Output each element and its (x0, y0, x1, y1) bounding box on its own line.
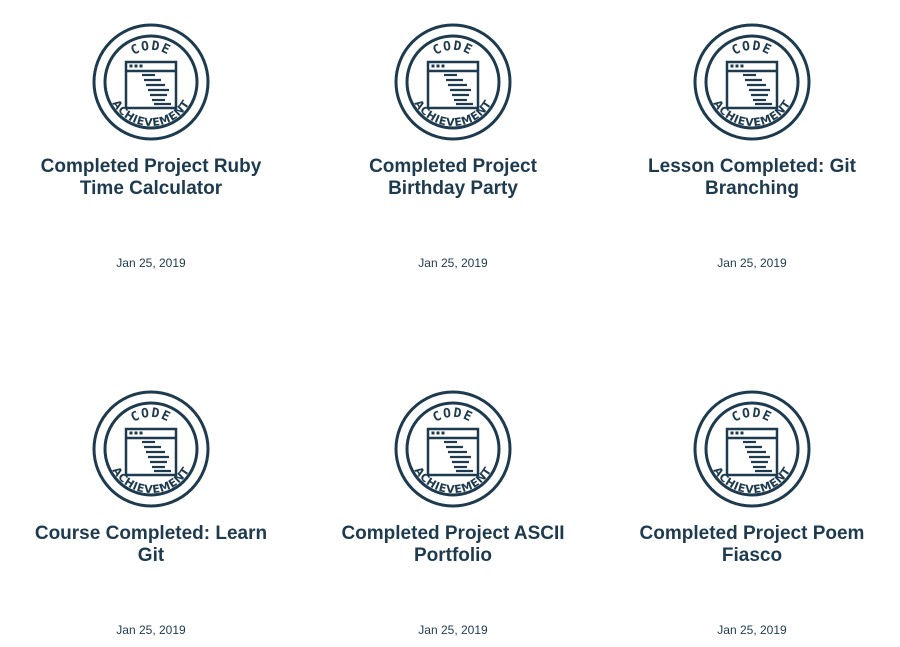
achievement-date: Jan 25, 2019 (717, 256, 787, 270)
badge-top-text: CODE (730, 39, 775, 59)
badge-wrapper: CODE ACHIEVEMENT (302, 22, 604, 142)
code-achievement-badge-icon: CODEACHIEVEMENT (394, 23, 512, 141)
achievement-title: Lesson Completed: Git Branching (648, 156, 856, 199)
badge-wrapper: CODE ACHIEVEMENT (604, 22, 900, 142)
badge-wrapper: CODE ACHIEVEMENT (0, 389, 302, 509)
achievement-title: Completed Project Ruby Time Calculator (40, 156, 262, 199)
achievement-card[interactable]: CODE ACHIEVEMENT Completed Project Ruby T… (0, 0, 302, 367)
badge-top-text: CODE (431, 406, 476, 426)
achievement-date: Jan 25, 2019 (116, 256, 186, 270)
code-achievement-badge-icon: CODEACHIEVEMENT (394, 390, 512, 508)
badge-top-text: CODE (129, 406, 174, 426)
achievement-title: Completed Project Poem Fiasco (639, 523, 865, 566)
badge-top-text: CODE (129, 39, 174, 59)
achievement-title: Completed Project ASCII Portfolio (341, 523, 565, 566)
badge-wrapper: CODE ACHIEVEMENT (302, 389, 604, 509)
badge-top-text: CODE (730, 406, 775, 426)
achievement-card[interactable]: CODE ACHIEVEMENT Completed Project Poem F… (604, 367, 900, 647)
achievement-date: Jan 25, 2019 (418, 623, 488, 637)
achievement-card[interactable]: CODE ACHIEVEMENT Lesson Completed: Git Br… (604, 0, 900, 367)
code-achievement-badge-icon: CODEACHIEVEMENT (693, 390, 811, 508)
achievement-title: Completed Project Birthday Party (369, 156, 537, 199)
code-achievement-badge-icon: CODEACHIEVEMENT (693, 23, 811, 141)
achievement-date: Jan 25, 2019 (418, 256, 488, 270)
achievements-grid: CODE ACHIEVEMENT Completed Project Ruby T… (0, 0, 900, 647)
badge-top-text: CODE (431, 39, 476, 59)
achievement-title: Course Completed: Learn Git (34, 523, 268, 566)
badge-wrapper: CODE ACHIEVEMENT (0, 22, 302, 142)
achievement-card[interactable]: CODE ACHIEVEMENT Completed Project ASCII … (302, 367, 604, 647)
achievement-date: Jan 25, 2019 (116, 623, 186, 637)
code-achievement-badge-icon: CODEACHIEVEMENT (92, 390, 210, 508)
code-achievement-badge-icon: CODEACHIEVEMENT (92, 23, 210, 141)
achievement-date: Jan 25, 2019 (717, 623, 787, 637)
badge-wrapper: CODE ACHIEVEMENT (604, 389, 900, 509)
achievement-card[interactable]: CODE ACHIEVEMENT Course Completed: Learn … (0, 367, 302, 647)
achievement-card[interactable]: CODE ACHIEVEMENT Completed Project Birthd… (302, 0, 604, 367)
